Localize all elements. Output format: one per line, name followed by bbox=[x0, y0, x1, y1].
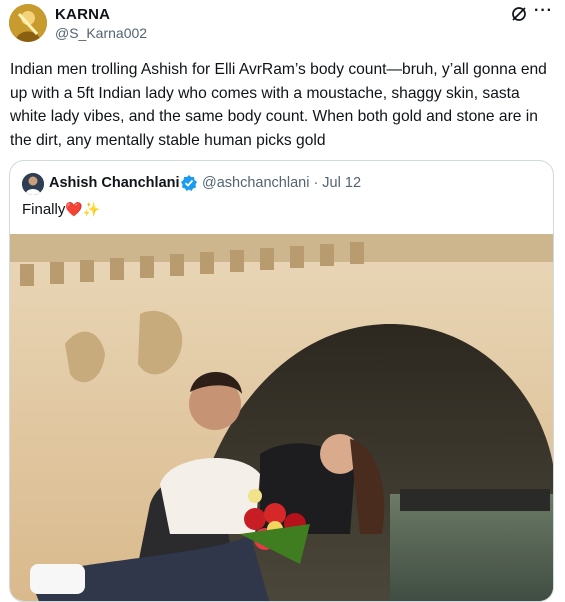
tweet[interactable]: KARNA @S_Karna002 ··· Indian men trollin… bbox=[0, 0, 565, 602]
quoted-emojis: ❤️✨ bbox=[65, 201, 101, 217]
more-icon[interactable]: ··· bbox=[534, 2, 553, 20]
post-text: Indian men trolling Ashish for Elli AvrR… bbox=[10, 61, 547, 149]
quoted-text-label: Finally bbox=[22, 201, 66, 218]
verified-badge-icon bbox=[181, 175, 197, 191]
quoted-text: Finally❤️✨ bbox=[22, 201, 100, 218]
tweet-photo[interactable] bbox=[10, 234, 553, 602]
author-handle[interactable]: @S_Karna002 bbox=[55, 25, 147, 41]
author-name[interactable]: KARNA bbox=[55, 6, 110, 23]
quoted-avatar-icon bbox=[22, 173, 44, 195]
quoted-tweet[interactable]: Ashish Chanchlani @ashchanchlani · Jul 1… bbox=[9, 160, 554, 602]
avatar-photo-icon bbox=[9, 4, 47, 42]
quoted-handle-date[interactable]: @ashchanchlani · Jul 12 bbox=[202, 175, 361, 191]
author-avatar[interactable] bbox=[9, 4, 47, 42]
quoted-name[interactable]: Ashish Chanchlani bbox=[49, 175, 180, 191]
quoted-avatar[interactable] bbox=[22, 173, 44, 195]
grok-icon[interactable] bbox=[510, 5, 528, 23]
